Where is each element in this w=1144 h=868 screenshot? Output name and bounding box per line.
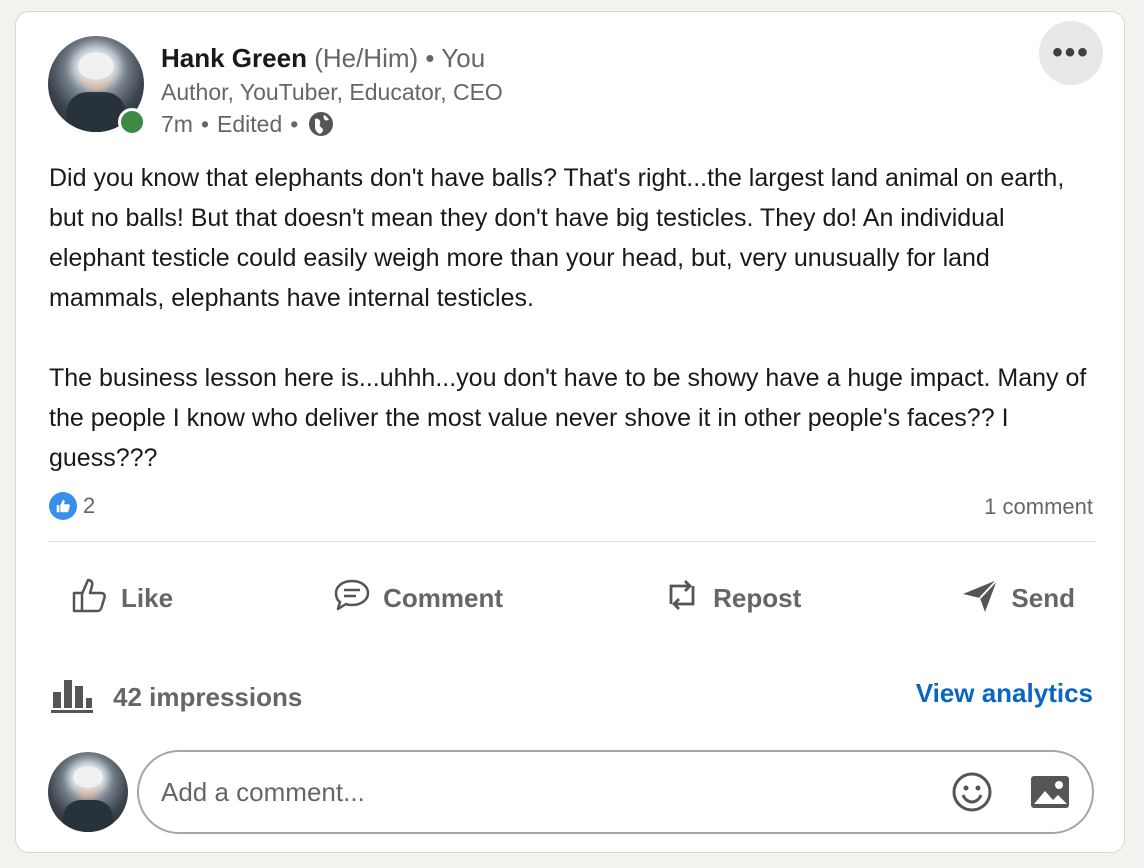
repost-button[interactable]: Repost bbox=[641, 562, 821, 634]
separator-dot: • bbox=[200, 111, 210, 137]
post-body: Did you know that elephants don't have b… bbox=[49, 164, 1087, 472]
like-label: Like bbox=[121, 582, 174, 613]
post-time: 7m bbox=[161, 111, 193, 137]
more-options-button[interactable]: ••• bbox=[1039, 21, 1103, 85]
send-button[interactable]: Send bbox=[939, 562, 1095, 634]
comments-count-link[interactable]: 1 comment bbox=[984, 494, 1093, 520]
send-label: Send bbox=[1011, 582, 1075, 613]
author-headline: Author, YouTuber, Educator, CEO bbox=[161, 79, 503, 105]
reaction-count: 2 bbox=[83, 493, 96, 518]
post-meta: 7m • Edited • bbox=[161, 109, 336, 139]
comment-label: Comment bbox=[383, 582, 504, 613]
like-button[interactable]: Like bbox=[49, 562, 193, 634]
bar-chart-icon bbox=[49, 674, 95, 721]
author-pronouns: (He/Him) bbox=[314, 43, 419, 73]
commenter-avatar bbox=[48, 752, 128, 832]
edited-label: Edited bbox=[217, 111, 283, 137]
comment-button[interactable]: Comment bbox=[311, 562, 523, 634]
author-relation: You bbox=[441, 43, 486, 73]
thumbs-up-icon bbox=[69, 574, 111, 623]
impressions-summary[interactable]: 42 impressions bbox=[49, 674, 302, 721]
action-bar: Like Comment Repost Send bbox=[49, 562, 1095, 634]
separator-dot: • bbox=[290, 111, 299, 137]
repost-label: Repost bbox=[713, 582, 802, 613]
comment-box[interactable] bbox=[137, 750, 1094, 834]
post-card: Hank Green (He/Him) • You Author, YouTub… bbox=[15, 11, 1125, 853]
author-line: Hank Green (He/Him) • You bbox=[161, 42, 485, 74]
comment-icon bbox=[331, 574, 373, 623]
author-name[interactable]: Hank Green bbox=[161, 43, 307, 73]
separator-dot: • bbox=[425, 43, 435, 73]
comment-input[interactable] bbox=[159, 775, 923, 809]
emoji-icon[interactable] bbox=[950, 770, 994, 814]
send-icon bbox=[959, 574, 1001, 623]
repost-icon bbox=[661, 574, 703, 623]
like-reaction-icon bbox=[49, 492, 77, 520]
reactions-summary[interactable]: 2 bbox=[49, 492, 95, 520]
divider bbox=[49, 541, 1095, 542]
impressions-label: 42 impressions bbox=[113, 682, 303, 712]
online-status-indicator bbox=[118, 108, 146, 136]
ellipsis-icon: ••• bbox=[1052, 36, 1090, 69]
image-icon[interactable] bbox=[1028, 772, 1072, 812]
view-analytics-link[interactable]: View analytics bbox=[916, 678, 1093, 709]
globe-icon bbox=[306, 109, 336, 139]
